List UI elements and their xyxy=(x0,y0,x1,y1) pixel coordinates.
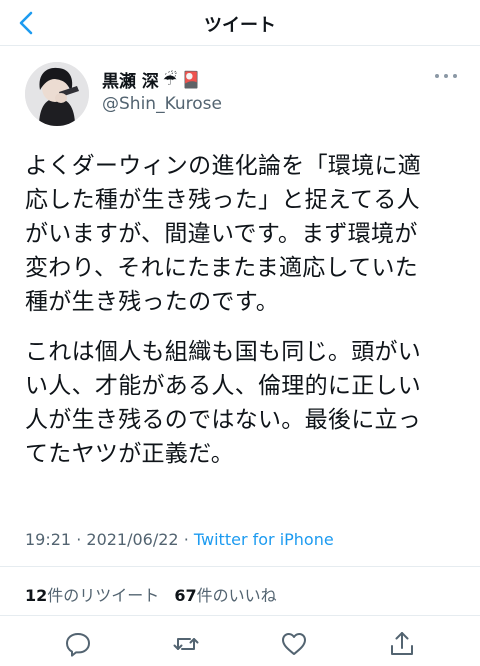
tweet-stats: 12件のリツイート 67件のいいね xyxy=(25,582,287,606)
author-name-row[interactable]: 黒瀬 深 ☔ 🎴 xyxy=(102,67,201,92)
umbrella-emoji-icon: ☔ xyxy=(162,70,178,89)
tweet-meta: 19:21 · 2021/06/22 · Twitter for iPhone xyxy=(25,530,334,549)
likes-count: 67 xyxy=(174,586,197,605)
tweet-paragraph-2: これは個人も組織も国も同じ。頭がい い人、才能がある人、倫理的に正しい 人が生き… xyxy=(25,335,465,471)
tweet-time: 19:21 xyxy=(25,530,72,549)
like-icon xyxy=(282,633,306,655)
divider xyxy=(0,615,480,616)
author-name[interactable]: 黒瀬 深 xyxy=(102,67,159,92)
share-button[interactable] xyxy=(388,630,416,658)
tweet-text: よくダーウィンの進化論を「環境に適 応した種が生き残った」と捉えてる人 がいます… xyxy=(25,149,465,487)
reply-button[interactable] xyxy=(64,630,92,658)
meta-separator: · xyxy=(76,530,82,549)
tweet-line: よくダーウィンの進化論を「環境に適 xyxy=(25,153,422,179)
tweet-line: 変わり、それにたまたま適応していた xyxy=(25,255,419,281)
tweet-date: 2021/06/22 xyxy=(86,530,179,549)
tweet-line: てたヤツが正義だ。 xyxy=(25,441,235,467)
avatar-image xyxy=(25,62,89,126)
tweet-line: 種が生き残ったのです。 xyxy=(25,289,279,315)
tweet-paragraph-1: よくダーウィンの進化論を「環境に適 応した種が生き残った」と捉えてる人 がいます… xyxy=(25,149,465,319)
tweet-line: がいますが、間違いです。まず環境が xyxy=(25,221,418,247)
more-options-button[interactable] xyxy=(434,70,458,82)
tweet-source-link[interactable]: Twitter for iPhone xyxy=(194,530,334,549)
likes-label: 件のいいね xyxy=(196,586,277,605)
retweet-icon xyxy=(173,638,199,650)
retweet-button[interactable] xyxy=(172,630,200,658)
meta-separator: · xyxy=(183,530,189,549)
tweet-line: い人、才能がある人、倫理的に正しい xyxy=(25,373,422,399)
like-button[interactable] xyxy=(280,630,308,658)
likes-stat[interactable]: 67件のいいね xyxy=(174,586,276,605)
more-horizontal-icon xyxy=(435,74,457,78)
divider xyxy=(0,566,480,567)
retweets-count: 12 xyxy=(25,586,48,605)
flower-card-emoji-icon: 🎴 xyxy=(181,70,202,89)
top-bar: ツイート xyxy=(0,0,480,46)
tweet-line: 人が生き残るのではない。最後に立っ xyxy=(25,407,422,433)
avatar[interactable] xyxy=(25,62,89,126)
author-handle[interactable]: @Shin_Kurose xyxy=(102,94,222,114)
reply-icon xyxy=(66,633,90,657)
retweets-stat[interactable]: 12件のリツイート xyxy=(25,586,159,605)
tweet-line: 応した種が生き残った」と捉えてる人 xyxy=(25,187,420,213)
tweet-line: これは個人も組織も国も同じ。頭がい xyxy=(25,339,422,365)
action-bar xyxy=(0,625,480,661)
retweets-label: 件のリツイート xyxy=(47,586,160,605)
page-title: ツイート xyxy=(204,15,276,36)
share-icon xyxy=(391,632,413,655)
